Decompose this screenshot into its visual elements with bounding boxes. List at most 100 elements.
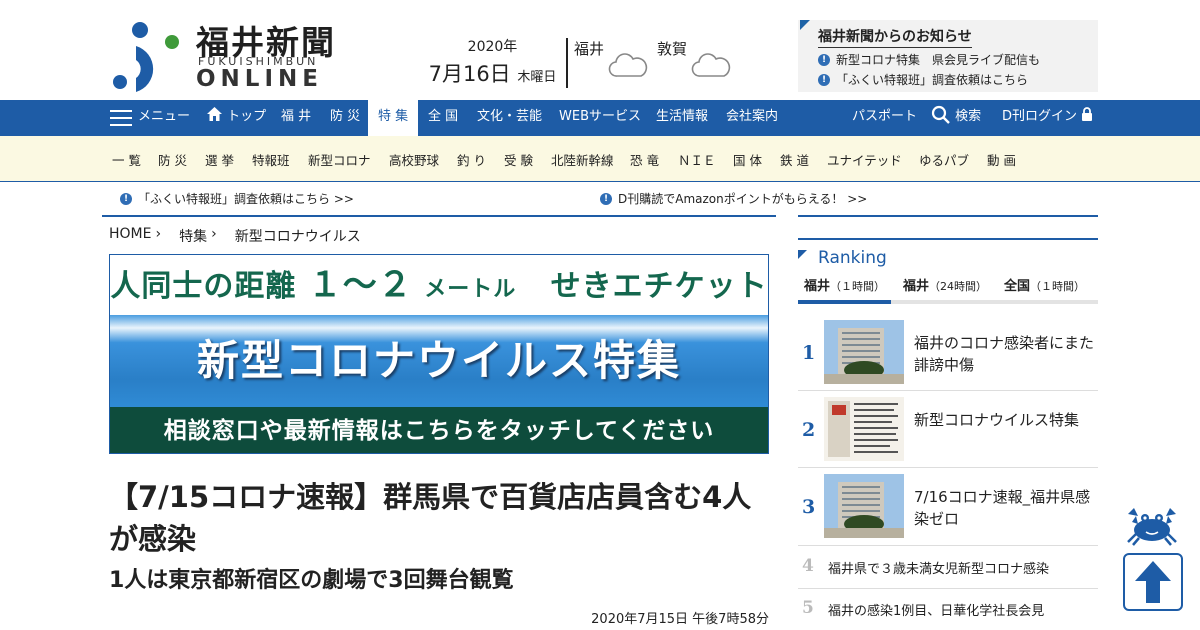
hamburger-icon[interactable] xyxy=(110,110,132,126)
logo-mark-icon xyxy=(113,22,179,92)
ranking-tab-period: （１時間） xyxy=(830,280,886,293)
ranking-separator xyxy=(798,467,1098,468)
article-date: 2020年7月15日 午後7時58分 xyxy=(591,612,769,627)
notice-item-label: 「ふくい特報班」調査依頼はこちら xyxy=(836,73,1029,87)
logo-online: ONLINE xyxy=(196,66,323,92)
cloud-icon xyxy=(608,53,648,77)
subnav-item[interactable]: ゆるパブ xyxy=(919,150,969,169)
subnav-item[interactable]: 防 災 xyxy=(158,150,187,169)
article-subhead: 1人は東京都新宿区の劇場で3回舞台観覧 xyxy=(109,568,514,593)
ranking-item[interactable]: 1 福井のコロナ感染者にまた誹謗中傷 xyxy=(798,320,1098,386)
info-link-label: 「ふくい特報班」調査依頼はこちら >> xyxy=(138,192,354,206)
subnav-item[interactable]: ＮＩＥ xyxy=(678,150,716,169)
subnav-item[interactable]: 選 挙 xyxy=(205,150,234,169)
home-icon xyxy=(207,107,222,121)
banner-top-c: メートル xyxy=(424,277,517,302)
ranking-tab-name: 福井 xyxy=(903,279,930,294)
notice-item-label: 新型コロナ特集 県会見ライブ配信も xyxy=(836,53,1041,67)
info-icon: ! xyxy=(818,73,830,86)
ranking-item[interactable]: 3 7/16コロナ速報_福井県感染ゼロ xyxy=(798,474,1098,540)
ranking-number: 4 xyxy=(802,556,814,576)
subnav-item[interactable]: 特報班 xyxy=(252,150,290,169)
subnav-item[interactable]: 北陸新幹線 xyxy=(551,150,614,169)
article-headline: 【7/15コロナ速報】群馬県で百貨店店員含む4人が感染 xyxy=(109,480,752,556)
info-link[interactable]: ! 「ふくい特報班」調査依頼はこちら >> xyxy=(120,190,354,207)
ranking-tabs: 福井（１時間） 福井（24時間） 全国（１時間） xyxy=(798,276,1098,304)
info-icon: ! xyxy=(818,53,830,66)
notice-item[interactable]: ! 新型コロナ特集 県会見ライブ配信も xyxy=(818,51,1098,68)
date-weekday: 木曜日 xyxy=(517,70,557,85)
nav-menu[interactable]: メニュー xyxy=(138,100,190,136)
ranking-item-text: 新型コロナウイルス特集 xyxy=(914,411,1080,429)
chevron-right-icon: › xyxy=(155,226,162,242)
nav-search[interactable]: 検索 xyxy=(931,100,981,136)
nav-login-label: D刊ログイン xyxy=(1002,109,1078,124)
crab-mascot-icon xyxy=(1127,508,1177,546)
weather-fukui[interactable]: 福井 xyxy=(574,38,654,88)
nav-item-bousai[interactable]: 防 災 xyxy=(330,100,360,136)
ranking-tab-zenkoku-1h[interactable]: 全国（１時間） xyxy=(1004,276,1085,304)
subnav-item[interactable]: 動 画 xyxy=(987,150,1016,169)
nav-item-tokushu[interactable]: 特 集 xyxy=(368,100,419,136)
ranking-number: 2 xyxy=(802,419,816,441)
subnav-item[interactable]: 釣 り xyxy=(457,150,486,169)
ranking-number: 5 xyxy=(802,598,814,618)
breadcrumb: HOME › 特集 › 新型コロナウイルス xyxy=(109,226,361,246)
date-divider xyxy=(566,38,568,88)
subnav-item[interactable]: 高校野球 xyxy=(389,150,439,169)
breadcrumb-current: 新型コロナウイルス xyxy=(234,229,361,245)
info-icon: ! xyxy=(600,192,612,205)
nav-item-web[interactable]: WEBサービス xyxy=(559,100,641,136)
ranking-divider xyxy=(798,238,1098,240)
nav-item-bunka[interactable]: 文化・芸能 xyxy=(477,100,542,136)
weather-tsuruga[interactable]: 敦賀 xyxy=(657,38,737,88)
site-logo[interactable]: 福井新聞 FUKUISHIMBUN ONLINE xyxy=(110,16,360,94)
back-to-top-button[interactable] xyxy=(1123,553,1183,611)
nav-login[interactable]: D刊ログイン xyxy=(1002,100,1093,136)
nav-passport[interactable]: パスポート xyxy=(852,100,917,136)
subnav-item[interactable]: 新型コロナ xyxy=(308,150,371,169)
ranking-item[interactable]: 2 新型コロナウイルス特集 xyxy=(798,397,1098,463)
nav-top-label: トップ xyxy=(227,109,267,124)
info-icon: ! xyxy=(120,192,132,205)
nav-item-zenkoku[interactable]: 全 国 xyxy=(428,100,458,136)
corona-banner[interactable]: 人同士の距離 １〜２ メートル せきエチケット 新型コロナウイルス特集 相談窓口… xyxy=(109,254,769,454)
ranking-item-text: 福井県で３歳未満女児新型コロナ感染 xyxy=(828,562,1050,577)
lock-icon xyxy=(1082,107,1093,121)
ranking-divider xyxy=(798,215,1098,217)
ranking-item[interactable]: 4 福井県で３歳未満女児新型コロナ感染 xyxy=(798,552,1098,582)
search-icon xyxy=(931,105,950,124)
ranking-separator xyxy=(798,390,1098,391)
nav-search-label: 検索 xyxy=(955,109,982,124)
ranking-tab-fukui-1h[interactable]: 福井（１時間） xyxy=(798,276,892,304)
subnav-item[interactable]: 恐 竜 xyxy=(630,150,659,169)
notice-item[interactable]: ! 「ふくい特報班」調査依頼はこちら xyxy=(818,71,1098,88)
banner-title: 新型コロナウイルス特集 xyxy=(110,315,768,407)
notice-title: 福井新聞からのお知らせ xyxy=(818,26,972,48)
ranking-item-text: 福井の感染1例目、日華化学社長会見 xyxy=(828,604,1045,619)
nav-item-fukui[interactable]: 福 井 xyxy=(281,100,311,136)
nav-item-seikatsu[interactable]: 生活情報 xyxy=(656,100,708,136)
info-link[interactable]: ! D刊購読でAmazonポイントがもらえる！ >> xyxy=(600,190,867,207)
breadcrumb-tokushu[interactable]: 特集 xyxy=(179,226,207,246)
breadcrumb-home[interactable]: HOME xyxy=(109,226,151,246)
ranking-thumbnail xyxy=(824,397,904,461)
subnav-item[interactable]: 鉄 道 xyxy=(780,150,809,169)
nav-item-kaisha[interactable]: 会社案内 xyxy=(726,100,778,136)
subnav-item[interactable]: 一 覧 xyxy=(112,150,141,169)
ranking-tab-name: 全国 xyxy=(1004,279,1031,294)
subnav-item[interactable]: 国 体 xyxy=(733,150,762,169)
arrow-up-icon xyxy=(1135,561,1171,603)
ranking-tab-fukui-24h[interactable]: 福井（24時間） xyxy=(903,276,987,304)
notice-box: 福井新聞からのお知らせ ! 新型コロナ特集 県会見ライブ配信も ! 「ふくい特報… xyxy=(798,20,1098,92)
ranking-item[interactable]: 5 福井の感染1例目、日華化学社長会見 xyxy=(798,594,1098,624)
banner-cta: 相談窓口や最新情報はこちらをタッチしてください xyxy=(110,407,768,453)
nav-top[interactable]: トップ xyxy=(206,100,266,136)
date-display: 2020年 7月16日 木曜日 xyxy=(425,36,560,88)
subnav-item[interactable]: ユナイテッド xyxy=(827,150,902,169)
ranking-item-text: 7/16コロナ速報_福井県感染ゼロ xyxy=(914,488,1091,528)
ranking-separator xyxy=(798,545,1098,546)
subnav-item[interactable]: 受 験 xyxy=(504,150,533,169)
ranking-item-text: 福井のコロナ感染者にまた誹謗中傷 xyxy=(914,334,1095,374)
ranking-separator xyxy=(798,588,1098,589)
